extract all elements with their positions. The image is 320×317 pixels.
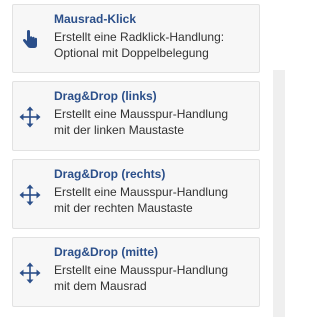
description-line: mit dem Mausrad bbox=[54, 279, 147, 293]
description-line: Erstellt eine Mausspur-Handlung bbox=[54, 185, 229, 199]
description-line: Erstellt eine Mausspur-Handlung bbox=[54, 107, 229, 121]
action-card-dragdrop-right[interactable]: Drag&Drop (rechts) Erstellt eine Mausspu… bbox=[12, 159, 260, 229]
action-list-panel: Mausrad-Klick Erstellt eine Radklick-Han… bbox=[0, 0, 285, 317]
action-title: Mausrad-Klick bbox=[54, 12, 137, 26]
vertical-scrollbar[interactable] bbox=[273, 70, 285, 317]
action-card-dragdrop-left[interactable]: Drag&Drop (links) Erstellt eine Mausspur… bbox=[12, 81, 260, 151]
description-line: mit der rechten Maustaste bbox=[54, 201, 193, 215]
action-title: Drag&Drop (rechts) bbox=[54, 167, 166, 181]
move-arrows-icon bbox=[19, 184, 41, 206]
action-card-dragdrop-middle[interactable]: Drag&Drop (mitte) Erstellt eine Mausspur… bbox=[12, 237, 260, 307]
description-line: Erstellt eine Radklick-Handlung: bbox=[54, 30, 225, 44]
action-title: Drag&Drop (links) bbox=[54, 89, 157, 103]
hand-pointer-icon bbox=[22, 30, 37, 48]
action-title: Drag&Drop (mitte) bbox=[54, 245, 158, 259]
action-card-mousewheel-click[interactable]: Mausrad-Klick Erstellt eine Radklick-Han… bbox=[12, 4, 260, 73]
description-line: Optional mit Doppelbelegung bbox=[54, 46, 209, 60]
action-description: Erstellt eine Mausspur-Handlung mit der … bbox=[54, 106, 254, 138]
action-description: Erstellt eine Mausspur-Handlung mit dem … bbox=[54, 262, 254, 294]
action-description: Erstellt eine Mausspur-Handlung mit der … bbox=[54, 184, 254, 216]
action-description: Erstellt eine Radklick-Handlung: Optiona… bbox=[54, 29, 254, 61]
move-arrows-icon bbox=[19, 262, 41, 284]
description-line: Erstellt eine Mausspur-Handlung bbox=[54, 263, 229, 277]
description-line: mit der linken Maustaste bbox=[54, 123, 185, 137]
move-arrows-icon bbox=[19, 106, 41, 128]
